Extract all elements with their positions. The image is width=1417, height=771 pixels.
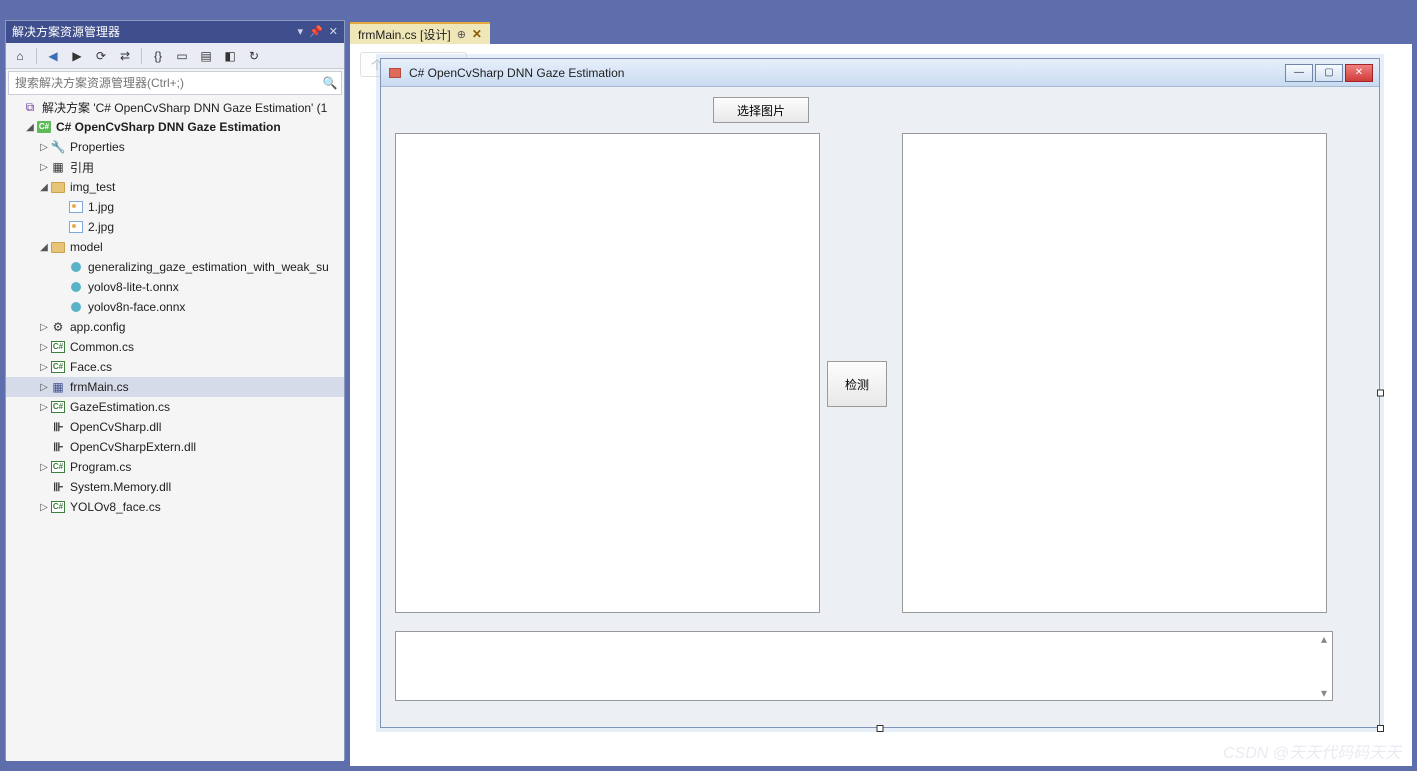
back-button[interactable]: ◀ xyxy=(43,46,63,66)
tab-label: frmMain.cs [设计] xyxy=(358,26,451,43)
tab-pin-icon[interactable]: ⊕ xyxy=(457,28,466,41)
more-button[interactable]: ↻ xyxy=(244,46,264,66)
panel-title: 解决方案资源管理器 xyxy=(12,21,120,43)
scrollbar[interactable]: ▴▾ xyxy=(1316,632,1332,700)
forward-button[interactable]: ▶ xyxy=(67,46,87,66)
config-icon: ⚙ xyxy=(50,319,66,335)
cs-file-icon: C# xyxy=(50,399,66,415)
dll-icon: ⊪ xyxy=(50,419,66,435)
onnx-icon xyxy=(68,259,84,275)
scroll-down-icon[interactable]: ▾ xyxy=(1321,686,1327,700)
cs-file-icon: C# xyxy=(50,499,66,515)
tree-item-face[interactable]: ▷C#Face.cs xyxy=(6,357,344,377)
resize-handle-bottom[interactable] xyxy=(877,725,884,732)
folder-icon xyxy=(50,239,66,255)
tree-item-program[interactable]: ▷C#Program.cs xyxy=(6,457,344,477)
tree-solution[interactable]: ⧉解决方案 'C# OpenCvSharp DNN Gaze Estimatio… xyxy=(6,97,344,117)
folder-icon xyxy=(50,179,66,195)
solution-icon: ⧉ xyxy=(22,99,38,115)
tree-properties[interactable]: ▷🔧Properties xyxy=(6,137,344,157)
wrench-icon: 🔧 xyxy=(50,139,66,155)
separator xyxy=(36,48,37,64)
tree-item-onnx2[interactable]: yolov8-lite-t.onnx xyxy=(6,277,344,297)
tree-item-dll1[interactable]: ⊪OpenCvSharp.dll xyxy=(6,417,344,437)
maximize-button[interactable]: ▢ xyxy=(1315,64,1343,82)
window-buttons: — ▢ ✕ xyxy=(1285,64,1373,82)
tree-item-yolo[interactable]: ▷C#YOLOv8_face.cs xyxy=(6,497,344,517)
output-textbox[interactable]: ▴▾ xyxy=(395,631,1333,701)
panel-header: 解决方案资源管理器 ▾ 📌 ✕ xyxy=(6,21,344,43)
collapse-button[interactable]: ▭ xyxy=(172,46,192,66)
tree-item-dll3[interactable]: ⊪System.Memory.dll xyxy=(6,477,344,497)
tab-bar: frmMain.cs [设计] ⊕ ✕ xyxy=(350,20,490,44)
panel-header-icons: ▾ 📌 ✕ xyxy=(298,21,338,43)
solution-toolbar: ⌂ ◀ ▶ ⟳ ⇄ {} ▭ ▤ ◧ ↻ xyxy=(6,43,344,69)
picturebox-left[interactable] xyxy=(395,133,820,613)
brace-button[interactable]: {} xyxy=(148,46,168,66)
tab-frmmain-design[interactable]: frmMain.cs [设计] ⊕ ✕ xyxy=(350,22,490,44)
onnx-icon xyxy=(68,279,84,295)
form-titlebar[interactable]: C# OpenCvSharp DNN Gaze Estimation — ▢ ✕ xyxy=(381,59,1379,87)
tree-item-onnx1[interactable]: generalizing_gaze_estimation_with_weak_s… xyxy=(6,257,344,277)
references-icon: ▦ xyxy=(50,159,66,175)
cs-file-icon: C# xyxy=(50,339,66,355)
watermark-text: CSDN @天天代码码天天 xyxy=(1223,739,1401,763)
form-designer-surface[interactable]: 个项目，共 1 个 C# OpenCvSharp DNN Gaze Estima… xyxy=(350,44,1412,766)
separator xyxy=(141,48,142,64)
cs-file-icon: C# xyxy=(50,359,66,375)
search-input[interactable] xyxy=(9,76,319,90)
cs-file-icon: C# xyxy=(50,459,66,475)
onnx-icon xyxy=(68,299,84,315)
form-window[interactable]: C# OpenCvSharp DNN Gaze Estimation — ▢ ✕… xyxy=(380,58,1380,728)
tree-item-2jpg[interactable]: 2.jpg xyxy=(6,217,344,237)
search-icon[interactable]: 🔍 xyxy=(319,76,341,90)
tree-item-onnx3[interactable]: yolov8n-face.onnx xyxy=(6,297,344,317)
csharp-project-icon: C# xyxy=(36,119,52,135)
tab-close-icon[interactable]: ✕ xyxy=(472,27,482,41)
dll-icon: ⊪ xyxy=(50,439,66,455)
refresh-button[interactable]: ⟳ xyxy=(91,46,111,66)
properties-button[interactable]: ▤ xyxy=(196,46,216,66)
image-icon xyxy=(68,219,84,235)
dll-icon: ⊪ xyxy=(50,479,66,495)
dropdown-icon[interactable]: ▾ xyxy=(298,21,304,43)
tree-item-common[interactable]: ▷C#Common.cs xyxy=(6,337,344,357)
close-icon[interactable]: ✕ xyxy=(329,21,338,43)
tree-project[interactable]: ◢C#C# OpenCvSharp DNN Gaze Estimation xyxy=(6,117,344,137)
tree-item-frmmain[interactable]: ▷▦frmMain.cs xyxy=(6,377,344,397)
scroll-up-icon[interactable]: ▴ xyxy=(1321,632,1327,646)
view-button[interactable]: ◧ xyxy=(220,46,240,66)
detect-button[interactable]: 检测 xyxy=(827,361,887,407)
tree-item-dll2[interactable]: ⊪OpenCvSharpExtern.dll xyxy=(6,437,344,457)
home-button[interactable]: ⌂ xyxy=(10,46,30,66)
solution-tree[interactable]: ⧉解决方案 'C# OpenCvSharp DNN Gaze Estimatio… xyxy=(6,97,344,761)
tree-folder-imgtest[interactable]: ◢img_test xyxy=(6,177,344,197)
form-title: C# OpenCvSharp DNN Gaze Estimation xyxy=(409,66,1285,80)
search-row: 🔍 xyxy=(8,71,342,95)
form-client-area[interactable]: 选择图片 检测 ▴▾ xyxy=(387,91,1373,721)
tree-item-gaze[interactable]: ▷C#GazeEstimation.cs xyxy=(6,397,344,417)
image-icon xyxy=(68,199,84,215)
tree-folder-model[interactable]: ◢model xyxy=(6,237,344,257)
form-icon: ▦ xyxy=(50,379,66,395)
minimize-button[interactable]: — xyxy=(1285,64,1313,82)
tree-references[interactable]: ▷▦引用 xyxy=(6,157,344,177)
picturebox-right[interactable] xyxy=(902,133,1327,613)
sync-button[interactable]: ⇄ xyxy=(115,46,135,66)
close-button[interactable]: ✕ xyxy=(1345,64,1373,82)
form-app-icon xyxy=(387,65,403,81)
resize-handle-corner[interactable] xyxy=(1377,725,1384,732)
solution-explorer-panel: 解决方案资源管理器 ▾ 📌 ✕ ⌂ ◀ ▶ ⟳ ⇄ {} ▭ ▤ ◧ ↻ 🔍 ⧉… xyxy=(5,20,345,760)
resize-handle-right[interactable] xyxy=(1377,390,1384,397)
pin-icon[interactable]: 📌 xyxy=(309,21,323,43)
tree-item-appconfig[interactable]: ▷⚙app.config xyxy=(6,317,344,337)
select-image-button[interactable]: 选择图片 xyxy=(713,97,809,123)
tree-item-1jpg[interactable]: 1.jpg xyxy=(6,197,344,217)
